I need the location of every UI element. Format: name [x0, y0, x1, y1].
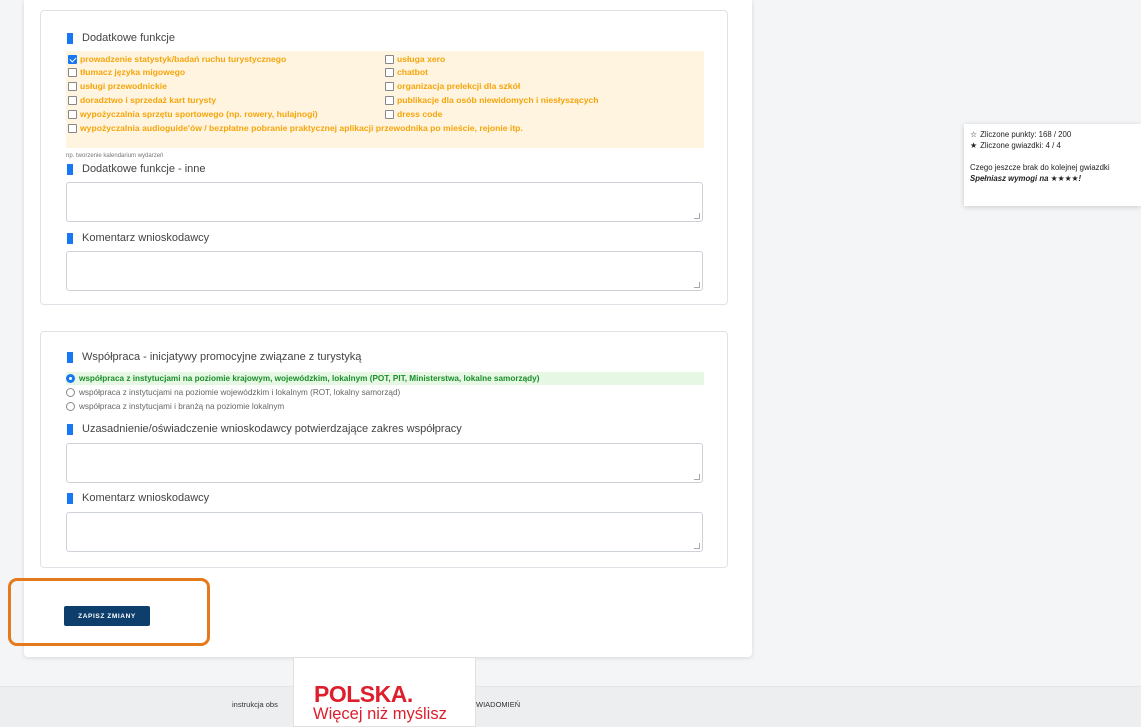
radio-checked-icon[interactable]	[66, 374, 75, 383]
justification-header: Uzasadnienie/oświadczenie wnioskodawcy p…	[67, 423, 462, 435]
cooperation-header: Współpraca - inicjatywy promocyjne związ…	[67, 351, 361, 363]
section-marker-icon	[67, 163, 73, 175]
checkbox-icon[interactable]	[385, 95, 394, 105]
checkbox-icon[interactable]	[68, 81, 77, 91]
radio-icon[interactable]	[66, 402, 75, 411]
other-functions-header: Dodatkowe funkcje - inne	[67, 163, 206, 175]
extra-functions-hint: np. tworzenie kalendarium wydarzeń	[66, 153, 164, 159]
extra-functions-options: prowadzenie statystyk/badań ruchu turyst…	[66, 51, 704, 148]
applicant-comment-textarea-2[interactable]	[66, 512, 703, 552]
section-marker-icon	[67, 423, 73, 435]
resize-handle-icon[interactable]	[694, 474, 700, 480]
save-button-highlight	[8, 578, 210, 646]
next-star-info: Czego jeszcze brak do kolejnej gwiazdki	[970, 163, 1110, 172]
checkbox-icon[interactable]	[385, 54, 394, 64]
logo-tagline: Więcej niż myślisz	[313, 705, 447, 723]
option-accessible-publications[interactable]: publikacje dla osób niewidomych i niesły…	[385, 95, 599, 105]
star-filled-icon: ★	[970, 141, 978, 150]
section-marker-icon	[67, 492, 73, 504]
section-marker-icon	[67, 232, 73, 244]
checkbox-icon[interactable]	[68, 109, 77, 119]
cooperation-section: Współpraca - inicjatywy promocyjne związ…	[40, 331, 728, 568]
option-dress-code[interactable]: dress code	[385, 109, 442, 119]
section-marker-icon	[67, 32, 73, 44]
option-school-lectures[interactable]: organizacja prelekcji dla szkół	[385, 81, 520, 91]
checkbox-icon[interactable]	[385, 109, 394, 119]
option-chatbot[interactable]: chatbot	[385, 67, 428, 77]
application-form: Dodatkowe funkcje prowadzenie statystyk/…	[24, 0, 752, 657]
extra-functions-header: Dodatkowe funkcje	[67, 32, 175, 44]
footer-instructions-link[interactable]: instrukcja obs	[232, 700, 278, 709]
option-statistics[interactable]: prowadzenie statystyk/badań ruchu turyst…	[68, 54, 286, 64]
stars-counter: ★ Zliczone gwiazdki: 4 / 4	[970, 141, 1061, 150]
resize-handle-icon[interactable]	[694, 213, 700, 219]
cooperation-option-local[interactable]: współpraca z instytucjami i branżą na po…	[66, 400, 704, 413]
checkbox-icon[interactable]	[385, 81, 394, 91]
comment-header-2: Komentarz wnioskodawcy	[67, 492, 209, 504]
requirement-status: Spełniasz wymogi na ★★★★!	[970, 174, 1082, 183]
cooperation-option-national[interactable]: współpraca z instytucjami na poziomie kr…	[66, 372, 704, 385]
footer	[0, 686, 1141, 727]
checkbox-icon[interactable]	[68, 67, 77, 77]
comment-header-1: Komentarz wnioskodawcy	[67, 232, 209, 244]
option-tourist-cards[interactable]: doradztwo i sprzedaż kart turysty	[68, 95, 216, 105]
checkbox-icon[interactable]	[68, 95, 77, 105]
polska-logo: POLSKA. Więcej niż myślisz	[293, 657, 476, 727]
radio-icon[interactable]	[66, 388, 75, 397]
justification-textarea[interactable]	[66, 443, 703, 483]
checkbox-icon[interactable]	[385, 67, 394, 77]
option-guide-services[interactable]: usługi przewodnickie	[68, 81, 167, 91]
other-functions-textarea[interactable]	[66, 182, 703, 222]
star-outline-icon: ☆	[970, 130, 978, 139]
points-counter: ☆ Zliczone punkty: 168 / 200	[970, 130, 1072, 139]
logo-main-text: POLSKA.	[314, 681, 413, 707]
option-xero[interactable]: usługa xero	[385, 54, 445, 64]
extra-functions-section: Dodatkowe funkcje prowadzenie statystyk/…	[40, 10, 728, 305]
option-sign-language[interactable]: tłumacz języka migowego	[68, 67, 185, 77]
option-sport-rental[interactable]: wypożyczalnia sprzętu sportowego (np. ro…	[68, 109, 318, 119]
resize-handle-icon[interactable]	[694, 282, 700, 288]
cooperation-option-regional[interactable]: współpraca z instytucjami na poziomie wo…	[66, 386, 704, 399]
section-marker-icon	[67, 351, 73, 363]
footer-notifications-link[interactable]: WIADOMIEŃ	[476, 700, 520, 709]
extra-functions-title: Dodatkowe funkcje	[82, 32, 175, 44]
checkbox-checked-icon[interactable]	[68, 54, 77, 64]
score-panel: ☆ Zliczone punkty: 168 / 200 ★ Zliczone …	[964, 124, 1141, 206]
option-audioguide-rental[interactable]: wypożyczalnia audioguide'ów / bezpłatne …	[68, 123, 523, 133]
resize-handle-icon[interactable]	[694, 543, 700, 549]
checkbox-icon[interactable]	[68, 123, 77, 133]
applicant-comment-textarea-1[interactable]	[66, 251, 703, 291]
